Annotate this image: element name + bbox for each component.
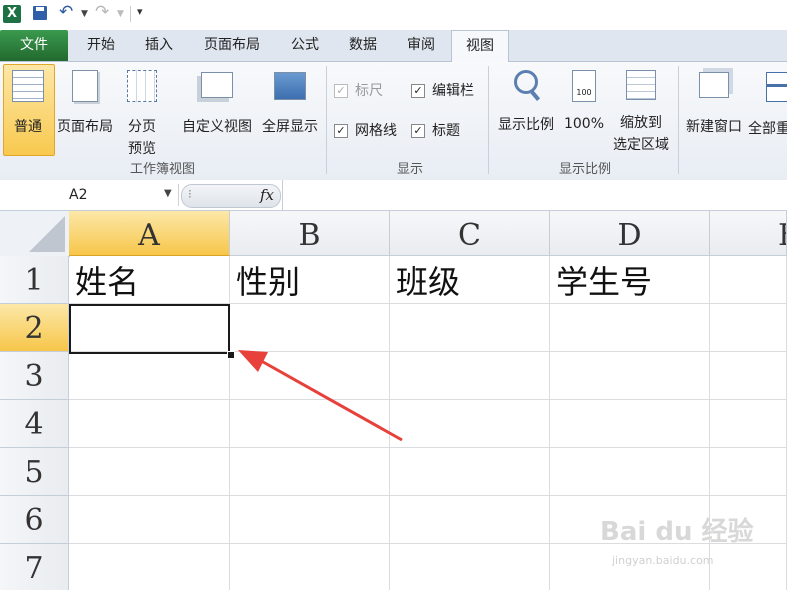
annotation-arrow [238,350,403,442]
